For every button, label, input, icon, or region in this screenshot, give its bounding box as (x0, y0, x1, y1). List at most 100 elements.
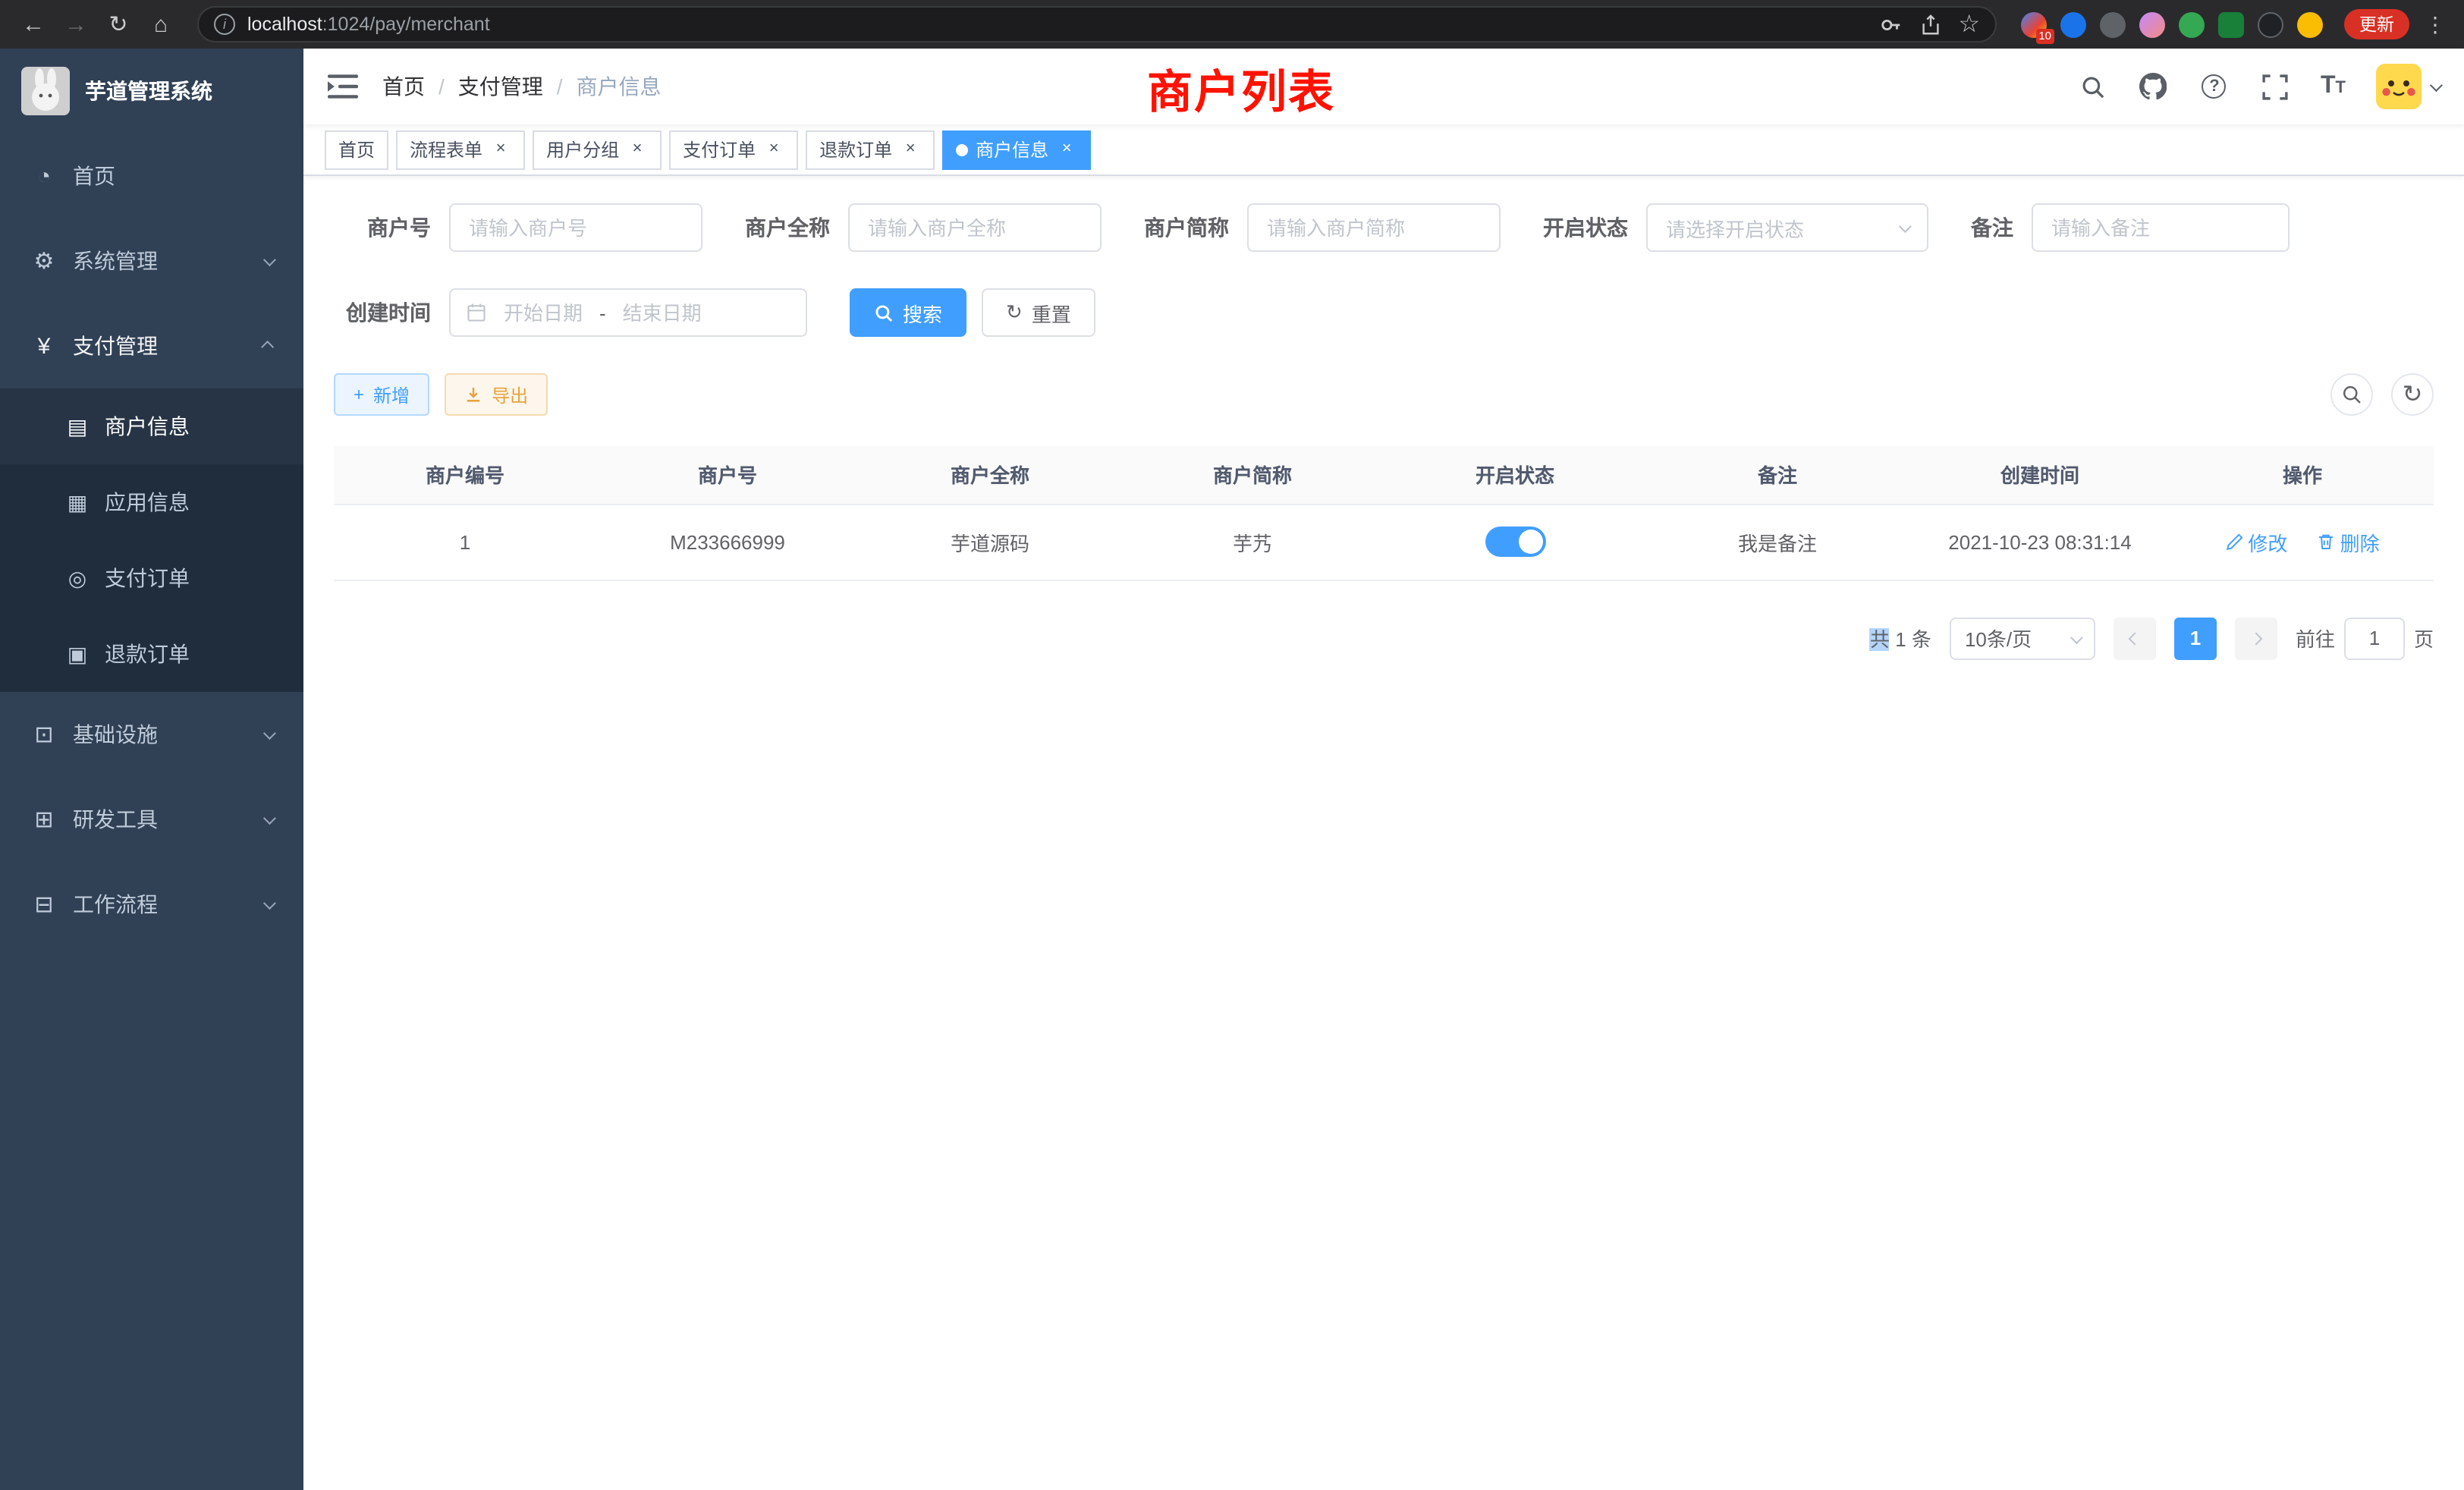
col-create-time: 创建时间 (1909, 446, 2171, 504)
chrome-update-button[interactable]: 更新 (2344, 9, 2409, 39)
sidebar-item-refund-order[interactable]: ▣ 退款订单 (0, 616, 303, 692)
browser-home-icon[interactable]: ⌂ (143, 6, 179, 42)
close-icon[interactable]: × (627, 139, 648, 160)
chevron-down-icon (1899, 220, 1912, 233)
tab-process-form[interactable]: 流程表单 × (396, 130, 525, 169)
extension-green-circle-icon[interactable] (2179, 11, 2205, 37)
share-icon[interactable] (1919, 13, 1941, 36)
full-name-input[interactable] (848, 203, 1102, 252)
sidebar-item-label: 支付订单 (105, 563, 190, 593)
tab-user-group[interactable]: 用户分组× (533, 130, 662, 169)
tab-refund-order[interactable]: 退款订单× (806, 130, 935, 169)
active-dot (956, 143, 968, 156)
url-host: localhost (247, 14, 322, 35)
url-text: localhost:1024/pay/merchant (247, 14, 1867, 35)
close-icon[interactable]: × (763, 139, 784, 160)
extension-dark-icon[interactable] (2100, 11, 2126, 37)
bookmark-star-icon[interactable]: ☆ (1958, 9, 1980, 39)
date-range-picker[interactable]: - (449, 288, 807, 337)
profile-avatar-icon[interactable] (2297, 11, 2323, 37)
tab-label: 流程表单 (410, 137, 482, 162)
field-create-time: 创建时间 - (334, 288, 807, 337)
browser-menu-icon[interactable]: ⋮ (2422, 11, 2449, 37)
browser-back-icon[interactable]: ← (15, 6, 52, 42)
sidebar-logo[interactable]: 芋道管理系统 (0, 49, 303, 134)
extension-badge: 10 (2035, 28, 2054, 43)
field-merchant-no: 商户号 (334, 203, 702, 252)
remark-input[interactable] (2032, 203, 2290, 252)
tab-label: 商户信息 (976, 137, 1048, 162)
breadcrumb-home[interactable]: 首页 (382, 71, 425, 102)
merchant-no-input[interactable] (449, 203, 702, 252)
search-form-row-2: 创建时间 - 搜索 (334, 288, 2434, 337)
sidebar-item-app-info[interactable]: ▦ 应用信息 (0, 464, 303, 540)
extension-drop-icon[interactable] (2060, 11, 2086, 37)
github-icon[interactable] (2139, 71, 2169, 102)
col-merchant-id: 商户编号 (334, 446, 596, 504)
sidebar-item-home[interactable]: ◔ 首页 (0, 134, 303, 218)
goto-page-input[interactable] (2344, 617, 2405, 659)
trash-icon (2318, 533, 2336, 551)
app-title: 芋道管理系统 (85, 76, 212, 106)
sidebar-toggle-icon[interactable] (328, 73, 358, 100)
refresh-table-icon[interactable]: ↻ (2391, 373, 2434, 416)
remark-label: 备注 (1971, 212, 2013, 243)
sidebar-item-workflow[interactable]: ⊟ 工作流程 (0, 862, 303, 947)
status-toggle[interactable] (1485, 527, 1545, 557)
close-icon[interactable]: × (490, 139, 511, 160)
tab-merchant-info[interactable]: 商户信息 × (942, 130, 1091, 169)
prev-page-button[interactable] (2114, 617, 2156, 659)
add-button[interactable]: + 新增 (334, 373, 429, 416)
breadcrumb-separator: / (557, 74, 563, 99)
date-end-input[interactable] (615, 301, 709, 324)
short-name-input[interactable] (1247, 203, 1501, 252)
chevron-down-icon (263, 812, 276, 825)
sidebar-item-pay-order[interactable]: ◎ 支付订单 (0, 540, 303, 616)
fullscreen-icon[interactable] (2260, 71, 2290, 102)
field-remark: 备注 (1971, 203, 2290, 252)
next-page-button[interactable] (2235, 617, 2277, 659)
browser-forward-icon[interactable]: → (58, 6, 94, 42)
sidebar-item-label: 系统管理 (73, 246, 158, 276)
sidebar-item-merchant-info[interactable]: ▤ 商户信息 (0, 388, 303, 464)
header-search-icon[interactable] (2078, 71, 2108, 102)
close-icon[interactable]: × (1056, 139, 1077, 160)
address-bar[interactable]: i localhost:1024/pay/merchant ☆ (197, 6, 1997, 42)
col-actions: 操作 (2171, 446, 2434, 504)
extension-knot-icon[interactable] (2258, 11, 2283, 37)
sidebar-item-dev-tools[interactable]: ⊞ 研发工具 (0, 777, 303, 862)
card-icon: ▤ (65, 413, 90, 439)
status-select[interactable]: 请选择开启状态 (1646, 203, 1928, 252)
extension-colorful-icon[interactable]: 10 (2021, 11, 2047, 37)
password-key-icon[interactable] (1879, 13, 1902, 36)
field-short-name: 商户简称 (1144, 203, 1501, 252)
extension-notebook-icon[interactable] (2218, 11, 2244, 37)
export-button[interactable]: 导出 (445, 373, 548, 416)
download-icon (464, 385, 482, 404)
sidebar-item-infrastructure[interactable]: ⊡ 基础设施 (0, 692, 303, 777)
site-info-icon[interactable]: i (214, 14, 235, 35)
toggle-search-icon[interactable] (2330, 373, 2373, 416)
user-menu[interactable] (2376, 64, 2440, 109)
tab-pay-order[interactable]: 支付订单× (669, 130, 798, 169)
navbar: 首页 / 支付管理 / 商户信息 ? (303, 49, 2464, 124)
search-button[interactable]: 搜索 (850, 288, 966, 337)
browser-reload-icon[interactable]: ↻ (100, 6, 137, 42)
page-1-button[interactable]: 1 (2174, 617, 2217, 659)
close-icon[interactable]: × (900, 139, 921, 160)
tab-home[interactable]: 首页 (325, 130, 388, 169)
font-size-icon[interactable]: TT (2321, 73, 2346, 100)
monitor-icon: ⊡ (30, 721, 58, 748)
page-size-select[interactable]: 10条/页 (1950, 617, 2095, 659)
edit-link[interactable]: 修改 (2225, 527, 2287, 556)
cell-remark: 我是备注 (1646, 504, 1909, 580)
date-start-input[interactable] (496, 301, 590, 324)
reset-button[interactable]: ↻ 重置 (982, 288, 1095, 337)
sidebar-item-payment[interactable]: ¥ 支付管理 (0, 303, 303, 388)
document-icon: ▣ (65, 641, 90, 667)
delete-link[interactable]: 删除 (2318, 527, 2380, 556)
help-icon[interactable]: ? (2199, 71, 2230, 102)
sidebar-item-system[interactable]: ⚙ 系统管理 (0, 218, 303, 303)
extension-avatar-icon[interactable] (2139, 11, 2165, 37)
breadcrumb-payment[interactable]: 支付管理 (458, 71, 543, 102)
